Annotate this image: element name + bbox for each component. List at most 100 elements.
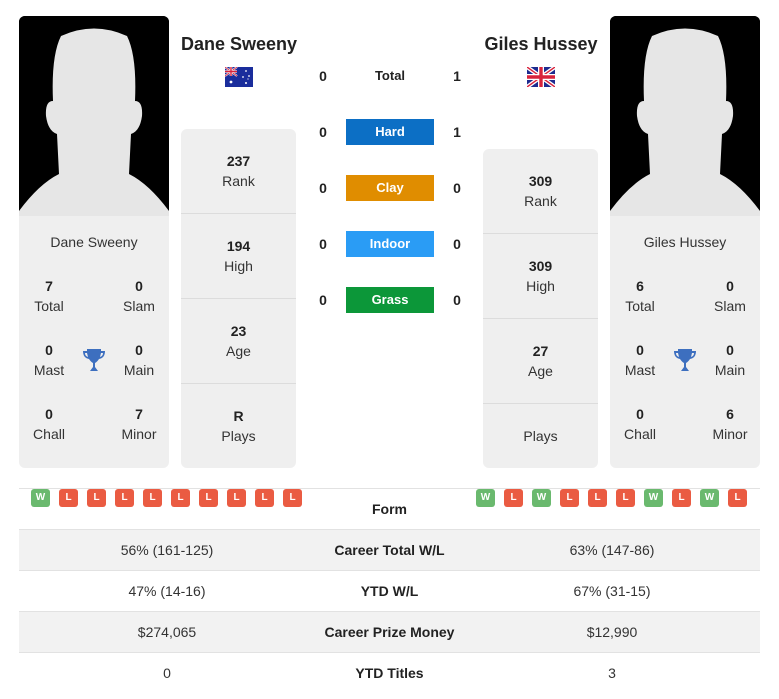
h2h-left-count: 0 [319,180,327,196]
player-silhouette-icon [610,16,760,216]
player-2-value: 63% (147-86) [569,542,655,558]
titles-chall: 0 Chall [624,406,656,442]
row-label: YTD W/L [360,583,419,599]
comparison-table: WLLLLLLLLL Form WLWLLLWLWL 56% (161-125)… [19,488,760,694]
form-row: WLLLLLLLLL Form WLWLLLWLWL [19,489,760,530]
row-label: Career Total W/L [334,542,445,558]
player-1-value: 56% (161-125) [120,542,214,558]
form-loss-badge[interactable]: L [283,489,302,507]
form-loss-badge[interactable]: L [255,489,274,507]
h2h-hard-row: 0 Hard 1 [310,119,470,145]
h2h-left-count: 0 [319,68,327,84]
form-loss-badge[interactable]: L [588,489,607,507]
trophy-icon [83,349,105,371]
surface-hard-badge[interactable]: Hard [346,119,434,145]
form-loss-badge[interactable]: L [227,489,246,507]
table-row: $274,065 Career Prize Money $12,990 [19,612,760,653]
australia-flag-icon [225,67,253,87]
divider [483,233,598,234]
form-loss-badge[interactable]: L [87,489,106,507]
surface-grass-badge[interactable]: Grass [346,287,434,313]
player-1-value: 47% (14-16) [128,583,206,599]
row-label: YTD Titles [355,665,424,681]
form-win-badge[interactable]: W [700,489,719,507]
divider [181,298,296,299]
player-2-form: WLWLLLWLWL [476,489,772,507]
player-2-photo [610,16,760,216]
h2h-grass-row: 0 Grass 0 [310,287,470,313]
form-loss-badge[interactable]: L [560,489,579,507]
stat-plays: Plays [523,428,558,444]
form-loss-badge[interactable]: L [199,489,218,507]
form-loss-badge[interactable]: L [115,489,134,507]
stat-rank: 309 Rank [524,173,557,209]
uk-flag-icon [527,67,555,87]
h2h-indoor-row: 0 Indoor 0 [310,231,470,257]
form-loss-badge[interactable]: L [728,489,747,507]
player-1-name[interactable]: Dane Sweeny [168,34,310,55]
h2h-right-count: 0 [453,180,461,196]
player-2-titles-card: Giles Hussey 6 Total 0 Slam 0 Mast 0 Main 0C… [610,216,760,468]
h2h-left-count: 0 [319,292,327,308]
titles-minor: 7 Minor [121,406,157,442]
player-1-value: $274,065 [137,624,197,640]
table-row: 56% (161-125) Career Total W/L 63% (147-… [19,530,760,571]
titles-total: 6 Total [625,278,655,314]
titles-mast: 0 Mast [33,342,65,378]
h2h-clay-row: 0 Clay 0 [310,175,470,201]
player-1-titles-card: Dane Sweeny 7 Total 0 Slam 0 Mast 0 Main 0 Ch… [19,216,169,468]
h2h-total-label: Total [374,68,406,83]
player-2-value: $12,990 [586,624,638,640]
stat-plays: R Plays [221,408,256,444]
divider [181,213,296,214]
form-loss-badge[interactable]: L [143,489,162,507]
h2h-right-count: 0 [453,292,461,308]
h2h-right-count: 1 [453,68,461,84]
form-loss-badge[interactable]: L [171,489,190,507]
h2h-right-count: 0 [453,236,461,252]
h2h-left-count: 0 [319,236,327,252]
player-2-stats-card: 309 Rank 309 High 27 Age Plays [483,149,598,468]
divider [483,403,598,404]
h2h-total-row: 0 Total 1 [310,63,470,89]
titles-chall: 0 Chall [33,406,65,442]
surface-clay-badge[interactable]: Clay [346,175,434,201]
player-2-card-name: Giles Hussey [643,234,727,250]
surface-indoor-badge[interactable]: Indoor [346,231,434,257]
form-loss-badge[interactable]: L [616,489,635,507]
titles-main: 0 Main [123,342,155,378]
divider [483,318,598,319]
stat-age: 27 Age [528,343,553,379]
titles-total: 7 Total [34,278,64,314]
trophy-icon [674,349,696,371]
stat-age: 23 Age [226,323,251,359]
player-2-name[interactable]: Giles Hussey [470,34,612,55]
row-label: Career Prize Money [324,624,455,640]
player-1-photo [19,16,169,216]
player-2-value: 3 [608,665,616,681]
form-win-badge[interactable]: W [476,489,495,507]
form-loss-badge[interactable]: L [504,489,523,507]
player-1-card-name: Dane Sweeny [50,234,138,250]
form-win-badge[interactable]: W [31,489,50,507]
form-loss-badge[interactable]: L [59,489,78,507]
h2h-right-count: 1 [453,124,461,140]
player-silhouette-icon [19,16,169,216]
titles-slam: 0 Slam [714,278,746,314]
table-row: 0 YTD Titles 3 [19,653,760,694]
form-loss-badge[interactable]: L [672,489,691,507]
player-2-value: 67% (31-15) [573,583,651,599]
form-win-badge[interactable]: W [644,489,663,507]
stat-rank: 237 Rank [222,153,255,189]
titles-minor: 6 Minor [712,406,748,442]
stat-high: 194 High [224,238,253,274]
player-1-form: WLLLLLLLLL [31,489,327,507]
titles-slam: 0 Slam [123,278,155,314]
divider [181,383,296,384]
form-win-badge[interactable]: W [532,489,551,507]
titles-mast: 0 Mast [624,342,656,378]
table-row: 47% (14-16) YTD W/L 67% (31-15) [19,571,760,612]
stat-high: 309 High [526,258,555,294]
player-1-stats-card: 237 Rank 194 High 23 Age R Plays [181,129,296,468]
player-1-value: 0 [163,665,171,681]
